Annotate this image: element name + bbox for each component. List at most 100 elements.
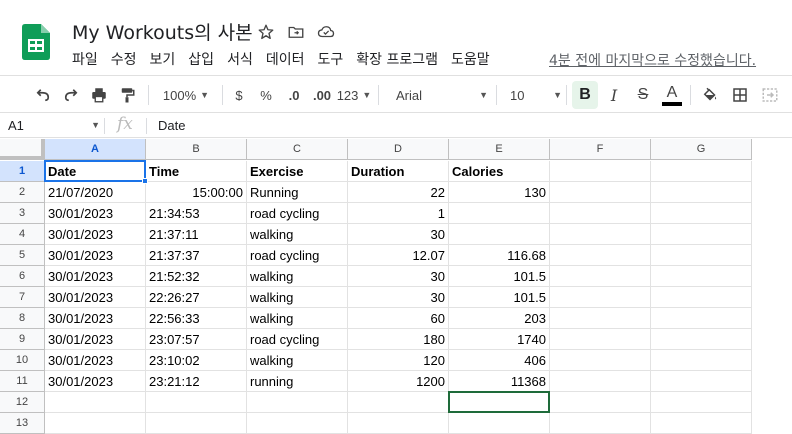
column-header-f[interactable]: F	[550, 139, 651, 160]
column-header-a[interactable]: A	[45, 139, 146, 160]
cell-a11[interactable]: 30/01/2023	[45, 371, 146, 392]
menu-insert[interactable]: 삽입	[186, 50, 220, 70]
cell-f13[interactable]	[550, 413, 651, 434]
name-box[interactable]: A1 ▼	[8, 118, 100, 134]
cell-e6[interactable]: 101.5	[449, 266, 550, 287]
redo-icon[interactable]	[58, 81, 84, 109]
cell-c13[interactable]	[247, 413, 348, 434]
cell-a2[interactable]: 21/07/2020	[45, 182, 146, 203]
row-header-10[interactable]: 10	[0, 350, 45, 371]
cell-g3[interactable]	[651, 203, 752, 224]
cell-g2[interactable]	[651, 182, 752, 203]
cell-g13[interactable]	[651, 413, 752, 434]
font-size-select[interactable]: 10 ▼	[504, 81, 562, 109]
select-all-corner[interactable]	[0, 139, 45, 160]
last-edit-link[interactable]: 4분 전에 마지막으로 수정했습니다.	[549, 50, 756, 70]
cell-c8[interactable]: walking	[247, 308, 348, 329]
move-to-folder-icon[interactable]	[285, 21, 307, 43]
cell-d1[interactable]: Duration	[348, 161, 449, 182]
menu-data[interactable]: 데이터	[264, 50, 311, 70]
cell-d2[interactable]: 22	[348, 182, 449, 203]
bold-button[interactable]: B	[572, 81, 598, 109]
cell-c11[interactable]: running	[247, 371, 348, 392]
cell-g1[interactable]	[651, 161, 752, 182]
paint-format-icon[interactable]	[114, 81, 140, 109]
menu-view[interactable]: 보기	[148, 50, 182, 70]
cell-c9[interactable]: road cycling	[247, 329, 348, 350]
cell-b8[interactable]: 22:56:33	[146, 308, 247, 329]
cell-d5[interactable]: 12.07	[348, 245, 449, 266]
zoom-select[interactable]: 100% ▼	[156, 81, 216, 109]
row-header-13[interactable]: 13	[0, 413, 45, 434]
row-header-3[interactable]: 3	[0, 203, 45, 224]
cell-f4[interactable]	[550, 224, 651, 245]
cell-g12[interactable]	[651, 392, 752, 413]
cell-b5[interactable]: 21:37:37	[146, 245, 247, 266]
cell-d10[interactable]: 120	[348, 350, 449, 371]
cell-f6[interactable]	[550, 266, 651, 287]
column-header-d[interactable]: D	[348, 139, 449, 160]
cell-e2[interactable]: 130	[449, 182, 550, 203]
row-header-1[interactable]: 1	[0, 161, 45, 182]
cell-g6[interactable]	[651, 266, 752, 287]
cell-e12[interactable]	[449, 392, 550, 413]
cell-b4[interactable]: 21:37:11	[146, 224, 247, 245]
cell-b9[interactable]: 23:07:57	[146, 329, 247, 350]
cell-g8[interactable]	[651, 308, 752, 329]
more-formats-select[interactable]: 123 ▼	[337, 81, 372, 109]
column-header-g[interactable]: G	[651, 139, 752, 160]
percent-format-button[interactable]: %	[255, 81, 277, 109]
cell-a4[interactable]: 30/01/2023	[45, 224, 146, 245]
menu-extensions[interactable]: 확장 프로그램	[354, 50, 444, 70]
column-header-b[interactable]: B	[146, 139, 247, 160]
cell-f1[interactable]	[550, 161, 651, 182]
decrease-decimal-button[interactable]: .0	[282, 81, 306, 109]
cell-e3[interactable]	[449, 203, 550, 224]
italic-button[interactable]: I	[601, 81, 627, 109]
cell-b2[interactable]: 15:00:00	[146, 182, 247, 203]
cell-c6[interactable]: walking	[247, 266, 348, 287]
strikethrough-button[interactable]: S	[630, 81, 656, 109]
cell-f9[interactable]	[550, 329, 651, 350]
cell-d13[interactable]	[348, 413, 449, 434]
cell-e4[interactable]	[449, 224, 550, 245]
cell-e13[interactable]	[449, 413, 550, 434]
cell-c3[interactable]: road cycling	[247, 203, 348, 224]
row-header-9[interactable]: 9	[0, 329, 45, 350]
cell-e8[interactable]: 203	[449, 308, 550, 329]
cell-a9[interactable]: 30/01/2023	[45, 329, 146, 350]
cell-g7[interactable]	[651, 287, 752, 308]
cell-b7[interactable]: 22:26:27	[146, 287, 247, 308]
column-header-c[interactable]: C	[247, 139, 348, 160]
cell-f10[interactable]	[550, 350, 651, 371]
increase-decimal-button[interactable]: .00	[308, 81, 336, 109]
menu-format[interactable]: 서식	[225, 50, 259, 70]
cell-d7[interactable]: 30	[348, 287, 449, 308]
cell-c7[interactable]: walking	[247, 287, 348, 308]
cell-b11[interactable]: 23:21:12	[146, 371, 247, 392]
cell-a1[interactable]: Date	[45, 161, 146, 182]
cell-a5[interactable]: 30/01/2023	[45, 245, 146, 266]
cell-c10[interactable]: walking	[247, 350, 348, 371]
name-box-dropdown-icon[interactable]: ▼	[91, 120, 100, 130]
cell-d8[interactable]: 60	[348, 308, 449, 329]
cell-e9[interactable]: 1740	[449, 329, 550, 350]
cell-f11[interactable]	[550, 371, 651, 392]
cloud-status-icon[interactable]	[315, 21, 337, 43]
cell-g4[interactable]	[651, 224, 752, 245]
cell-g5[interactable]	[651, 245, 752, 266]
cell-g10[interactable]	[651, 350, 752, 371]
merge-cells-icon[interactable]	[757, 81, 783, 109]
cell-a13[interactable]	[45, 413, 146, 434]
row-header-8[interactable]: 8	[0, 308, 45, 329]
cell-d4[interactable]: 30	[348, 224, 449, 245]
column-header-e[interactable]: E	[449, 139, 550, 160]
text-color-button[interactable]: A	[659, 81, 685, 109]
cell-f7[interactable]	[550, 287, 651, 308]
row-header-2[interactable]: 2	[0, 182, 45, 203]
row-header-7[interactable]: 7	[0, 287, 45, 308]
cell-e5[interactable]: 116.68	[449, 245, 550, 266]
cell-d11[interactable]: 1200	[348, 371, 449, 392]
row-header-4[interactable]: 4	[0, 224, 45, 245]
cell-b3[interactable]: 21:34:53	[146, 203, 247, 224]
